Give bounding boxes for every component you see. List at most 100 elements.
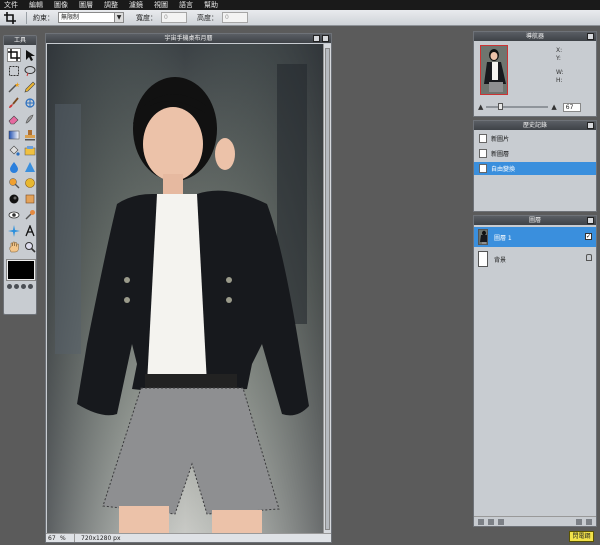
layer-label: 圖層 1: [494, 234, 512, 242]
foreground-color-swatch[interactable]: [6, 259, 36, 281]
menu-bar: 文件 編輯 圖像 圖層 調整 濾鏡 視圖 語言 幫助: [0, 0, 600, 10]
eraser-icon: [8, 115, 19, 125]
layer-link-icon[interactable]: [478, 518, 484, 525]
menu-help[interactable]: 幫助: [204, 0, 218, 10]
maximize-button[interactable]: [322, 35, 329, 42]
history-item[interactable]: 自由變換: [474, 162, 596, 175]
eraser-tool[interactable]: [7, 112, 21, 126]
lasso-tool[interactable]: [23, 64, 37, 78]
move-tool[interactable]: [23, 48, 37, 62]
crop-icon: [8, 49, 20, 61]
zoom-slider[interactable]: [486, 103, 549, 110]
menu-filter[interactable]: 濾鏡: [129, 0, 143, 10]
layer-item[interactable]: 背景: [474, 249, 596, 269]
layers-title-bar[interactable]: 圖層: [474, 216, 596, 225]
wand-tool[interactable]: [7, 80, 21, 94]
dodge-icon: [9, 178, 20, 189]
layers-panel: 圖層 圖層 1 ✓ 背景: [473, 215, 597, 527]
swatch-dot[interactable]: [14, 284, 19, 289]
layers-footer: [474, 516, 596, 526]
picker-icon: [24, 146, 36, 156]
navigator-zoom-input[interactable]: 67: [562, 102, 581, 112]
crop-tool[interactable]: [7, 48, 21, 62]
panel-collapse-button[interactable]: [587, 33, 594, 40]
image-window-title-bar[interactable]: 宇宙手機桌布月曆: [46, 34, 331, 43]
panel-collapse-button[interactable]: [587, 122, 594, 129]
burn-tool[interactable]: [23, 176, 37, 190]
navigator-title-bar[interactable]: 導航器: [474, 32, 596, 41]
layer-mask-icon[interactable]: [498, 518, 504, 525]
hand-icon: [9, 241, 19, 253]
zoom-in-icon[interactable]: ▲: [551, 103, 556, 111]
swatch-dot[interactable]: [7, 284, 12, 289]
panel-collapse-button[interactable]: [587, 217, 594, 224]
menu-file[interactable]: 文件: [4, 0, 18, 10]
history-item-label: 新圖片: [491, 136, 510, 143]
menu-view[interactable]: 視圖: [154, 0, 168, 10]
navigator-thumbnail[interactable]: [480, 45, 508, 95]
swatch-dot[interactable]: [21, 284, 26, 289]
smudge-tool[interactable]: [23, 112, 37, 126]
menu-image[interactable]: 圖像: [54, 0, 68, 10]
sponge-icon: [9, 194, 19, 204]
zoom-tool[interactable]: [23, 240, 37, 254]
drop-tool[interactable]: [7, 160, 21, 174]
menu-edit[interactable]: 編輯: [29, 0, 43, 10]
history-panel: 歷史記錄 新圖片 新圖層 自由變換: [473, 120, 597, 212]
gradient-tool[interactable]: [7, 128, 21, 142]
marquee-tool[interactable]: [7, 64, 21, 78]
zoom-value[interactable]: 67: [46, 534, 60, 542]
minimize-button[interactable]: [313, 35, 320, 42]
picker-tool[interactable]: [23, 144, 37, 158]
layer-thumbnail: [478, 251, 488, 267]
clone-tool[interactable]: [23, 96, 37, 110]
document-icon: [479, 149, 487, 158]
tool-grid: [4, 45, 36, 254]
zoom-out-icon[interactable]: ▲: [478, 103, 483, 111]
zoom-slider-knob[interactable]: [498, 103, 504, 110]
lock-icon: [586, 254, 592, 261]
h-label: H:: [556, 77, 563, 84]
bloat-icon: [8, 211, 20, 219]
menu-language[interactable]: 語言: [179, 0, 193, 10]
new-layer-icon[interactable]: [576, 518, 582, 525]
red-eye-tool[interactable]: [23, 192, 37, 206]
visibility-checkbox[interactable]: ✓: [585, 233, 592, 240]
tools-panel-title[interactable]: 工具: [4, 36, 36, 45]
bucket-tool[interactable]: [7, 144, 21, 158]
pencil-tool[interactable]: [23, 80, 37, 94]
menu-layer[interactable]: 圖層: [79, 0, 93, 10]
image-window-title: 宇宙手機桌布月曆: [164, 35, 213, 42]
swatch-dot[interactable]: [28, 284, 33, 289]
layer-thumbnail: [478, 229, 488, 245]
sharpen-tool[interactable]: [23, 160, 37, 174]
history-item[interactable]: 新圖層: [474, 147, 596, 160]
text-icon: [25, 225, 35, 237]
brush-tool[interactable]: [7, 96, 21, 110]
width-field[interactable]: 0: [161, 12, 187, 23]
history-item[interactable]: 新圖片: [474, 132, 596, 145]
layer-item[interactable]: 圖層 1 ✓: [474, 227, 596, 247]
marquee-icon: [9, 66, 19, 76]
menu-adjust[interactable]: 調整: [104, 0, 118, 10]
image-canvas[interactable]: [47, 44, 323, 534]
constraint-select[interactable]: 無限制 ▼: [58, 12, 124, 23]
vertical-scrollbar[interactable]: [323, 44, 331, 534]
history-title-bar[interactable]: 歷史記錄: [474, 121, 596, 130]
eyedropper-tool[interactable]: [7, 224, 21, 238]
move-icon: [26, 50, 35, 61]
layer-style-icon[interactable]: [488, 518, 494, 525]
sponge-tool[interactable]: [7, 192, 21, 206]
text-tool[interactable]: [23, 224, 37, 238]
delete-layer-icon[interactable]: [586, 518, 592, 525]
layer-thumbnail-image: [479, 230, 487, 244]
height-field[interactable]: 0: [222, 12, 248, 23]
width-label: 寬度：: [136, 13, 157, 22]
bloat-tool[interactable]: [7, 208, 21, 222]
scroll-thumb[interactable]: [325, 48, 330, 530]
pinch-tool[interactable]: [23, 208, 37, 222]
navigator-title: 導航器: [525, 33, 544, 40]
hand-tool[interactable]: [7, 240, 21, 254]
dodge-tool[interactable]: [7, 176, 21, 190]
stamp-tool[interactable]: [23, 128, 37, 142]
